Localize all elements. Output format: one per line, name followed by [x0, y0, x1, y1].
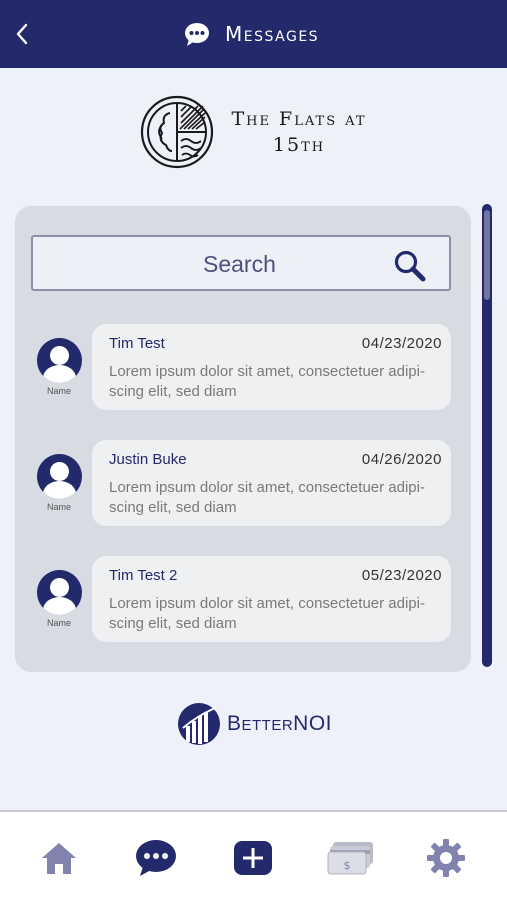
message-preview: Lorem ipsum dolor sit amet, consectetuer…	[109, 595, 425, 632]
search-placeholder: Search	[203, 251, 276, 277]
nav-payments[interactable]: $	[327, 836, 375, 880]
message-date: 05/23/2020	[361, 567, 442, 584]
add-icon	[234, 841, 272, 875]
property-name: The Flats at 15th	[224, 106, 374, 158]
nav-messages[interactable]	[134, 836, 178, 880]
nav-add[interactable]	[231, 836, 275, 880]
scrollbar-thumb[interactable]	[484, 210, 490, 300]
sender-avatar: Name	[35, 338, 83, 396]
nav-settings[interactable]	[424, 836, 468, 880]
sender-name: Tim Test 2	[109, 567, 178, 584]
property-brand: The Flats at 15th	[140, 95, 374, 169]
messages-panel: Search Name Tim Test 04/23/2020 Lorem ip…	[15, 206, 471, 672]
home-icon	[42, 843, 76, 874]
top-header: Messages	[0, 0, 507, 68]
settings-icon	[427, 839, 465, 877]
betternoi-logo-icon	[178, 703, 220, 745]
page-title: Messages	[225, 22, 320, 46]
sender-avatar: Name	[35, 454, 83, 512]
betternoi-brand: BetterNOI	[177, 702, 332, 746]
scrollbar[interactable]	[482, 204, 492, 667]
bottom-nav: $	[0, 810, 507, 900]
header-title-group: Messages	[183, 18, 319, 50]
avatar-icon	[36, 454, 82, 499]
avatar-label: Name	[46, 502, 71, 512]
nav-home[interactable]	[37, 836, 81, 880]
message-bubble[interactable]: Tim Test 04/23/2020 Lorem ipsum dolor si…	[92, 324, 451, 410]
avatar-icon	[36, 338, 82, 383]
chevron-left-icon	[16, 23, 28, 45]
message-item[interactable]: Name Tim Test 04/23/2020 Lorem ipsum dol…	[15, 324, 471, 410]
search-input[interactable]: Search	[31, 235, 451, 291]
avatar-icon	[36, 570, 82, 615]
message-bubble[interactable]: Tim Test 2 05/23/2020 Lorem ipsum dolor …	[92, 556, 451, 642]
message-preview: Lorem ipsum dolor sit amet, consectetuer…	[109, 363, 425, 400]
svg-text:$: $	[344, 859, 351, 872]
message-date: 04/23/2020	[361, 335, 442, 352]
back-button[interactable]	[8, 18, 36, 50]
search-icon[interactable]	[393, 249, 427, 283]
betternoi-wordmark: BetterNOI	[227, 712, 333, 735]
message-item[interactable]: Name Tim Test 2 05/23/2020 Lorem ipsum d…	[15, 556, 471, 642]
message-bubble[interactable]: Justin Buke 04/26/2020 Lorem ipsum dolor…	[92, 440, 451, 526]
chat-bubble-icon	[185, 23, 209, 46]
sender-name: Justin Buke	[109, 451, 187, 468]
payments-icon: $	[327, 842, 373, 875]
avatar-label: Name	[46, 386, 71, 396]
property-name-line2: 15th	[272, 134, 326, 156]
message-date: 04/26/2020	[361, 451, 442, 468]
property-logo-icon	[140, 95, 214, 169]
property-name-line1: The Flats at	[231, 108, 367, 130]
sender-name: Tim Test	[109, 335, 165, 352]
sender-avatar: Name	[35, 570, 83, 628]
message-preview: Lorem ipsum dolor sit amet, consectetuer…	[109, 479, 425, 516]
avatar-label: Name	[46, 618, 71, 628]
message-item[interactable]: Name Justin Buke 04/26/2020 Lorem ipsum …	[15, 440, 471, 526]
messages-icon	[136, 840, 176, 876]
